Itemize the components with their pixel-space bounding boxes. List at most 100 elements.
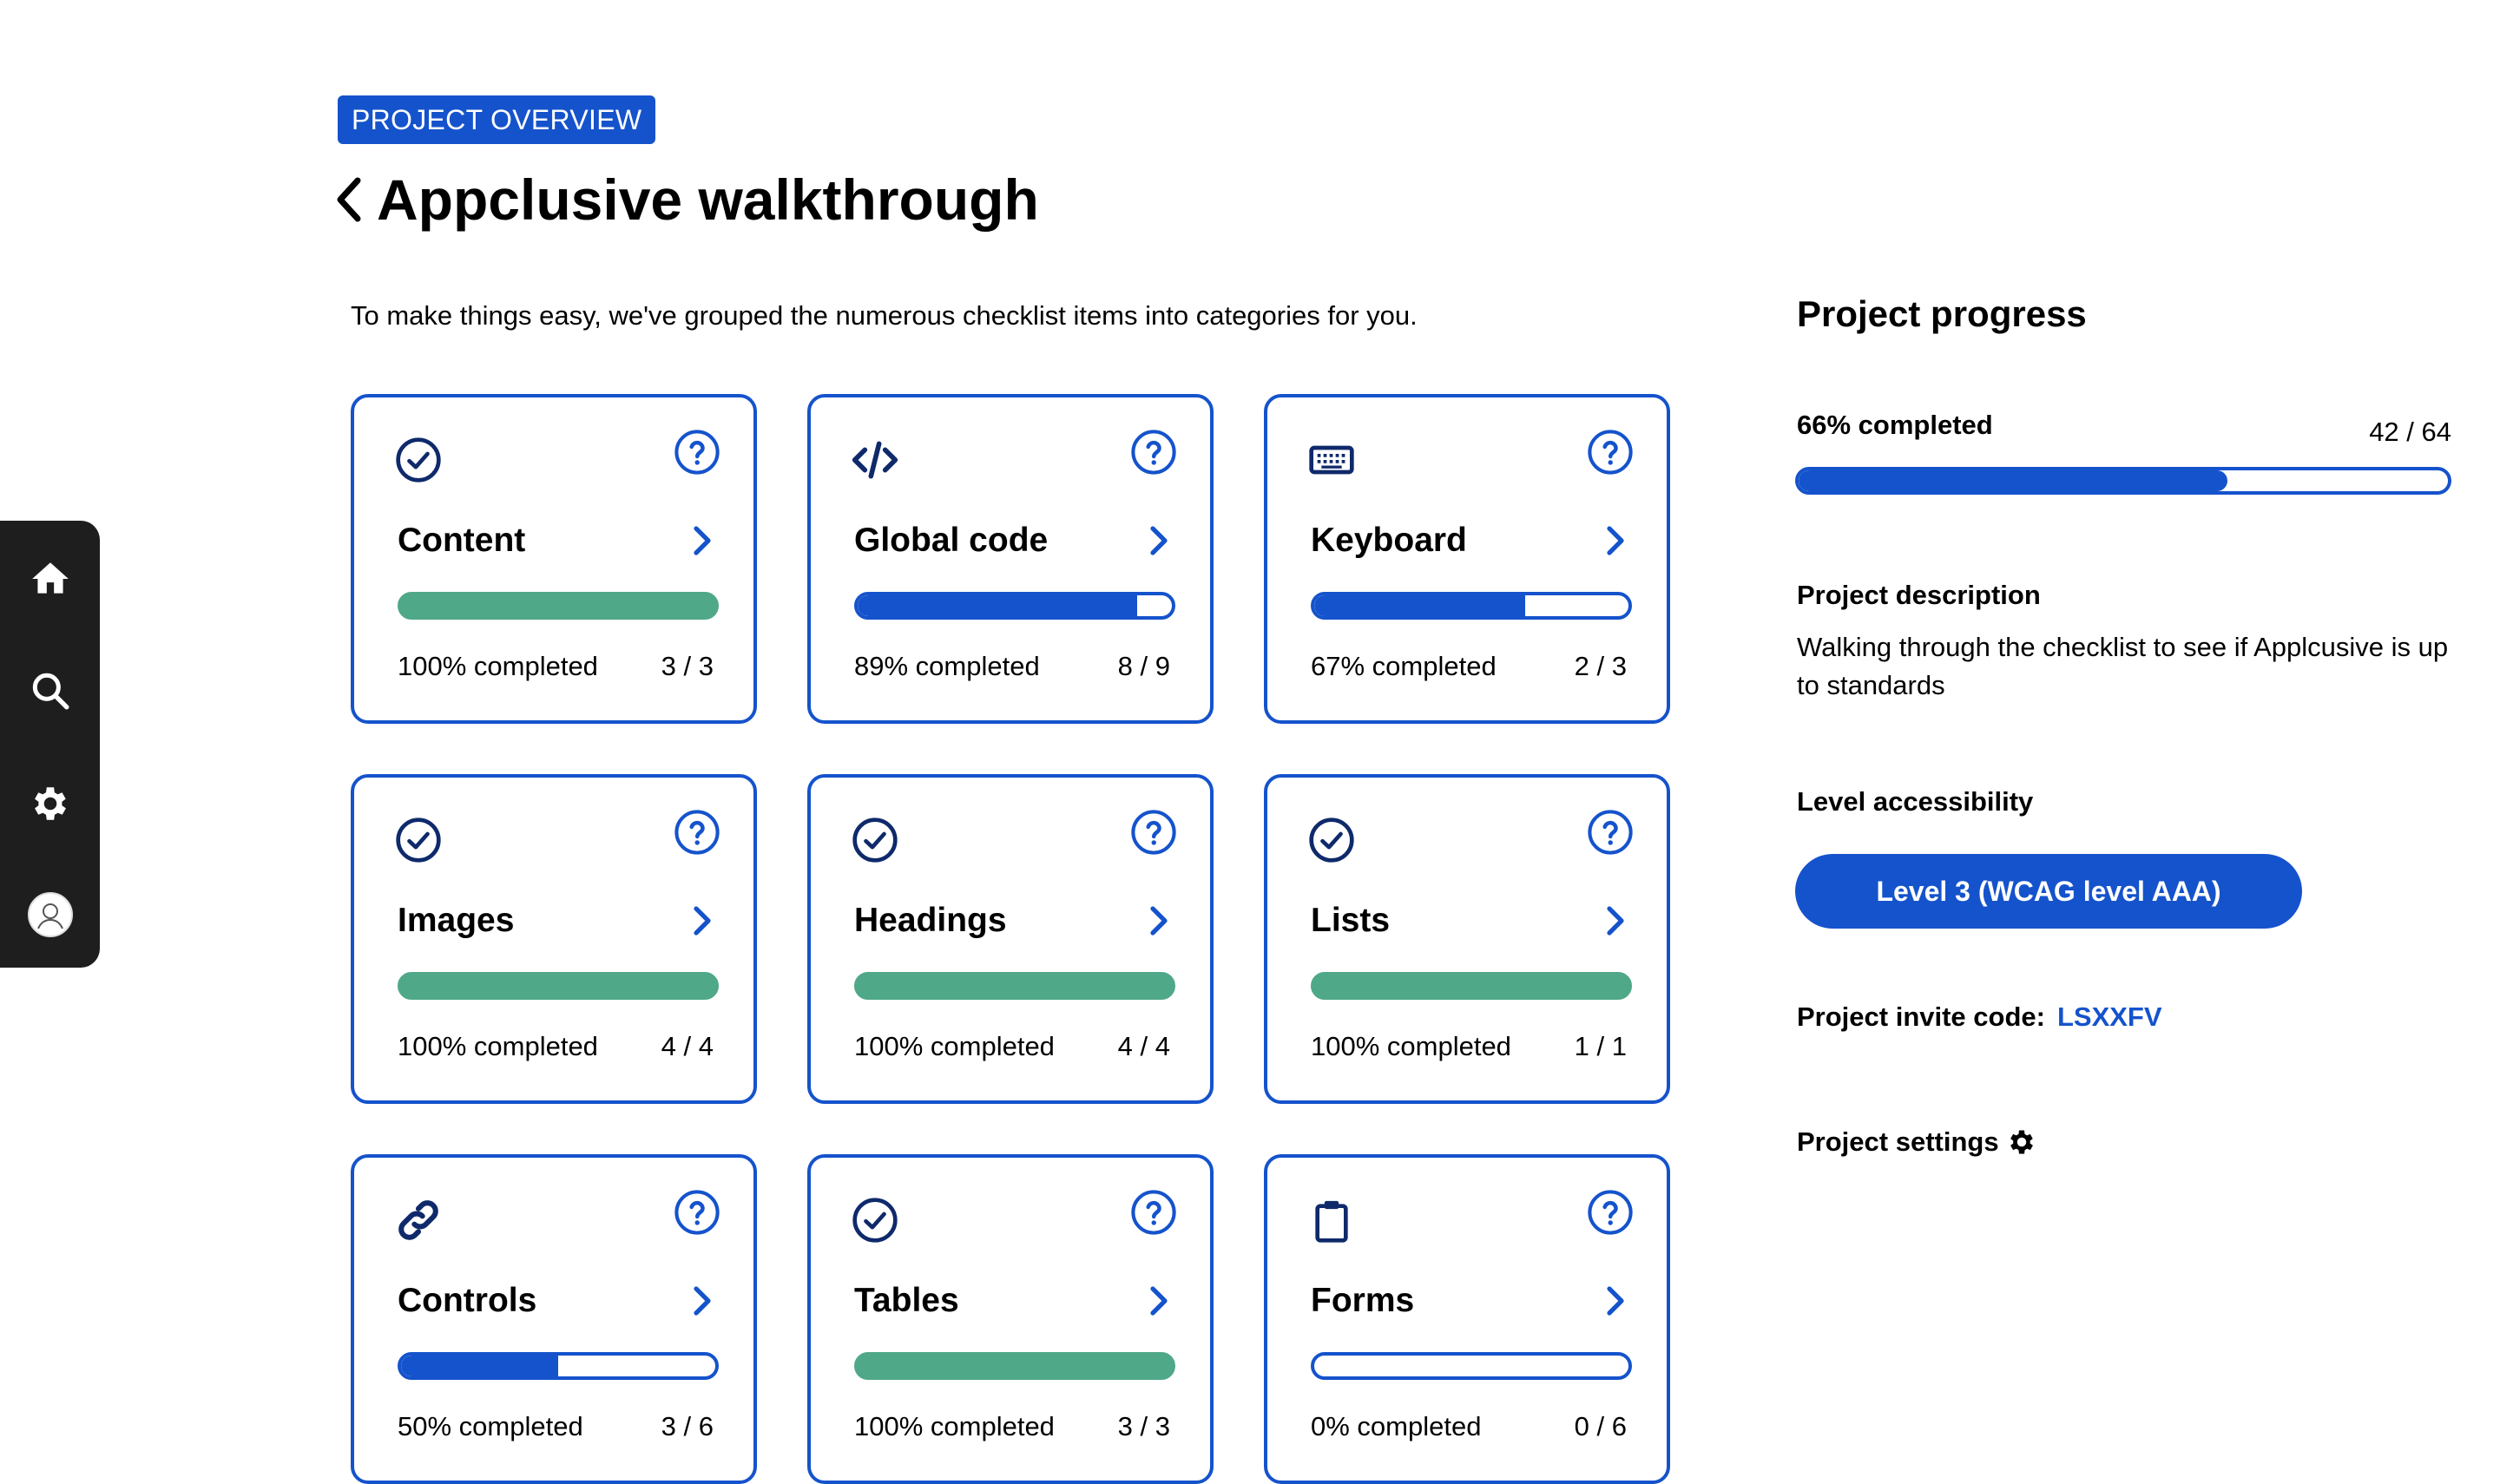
chevron-right-icon[interactable] xyxy=(1604,523,1627,558)
help-icon[interactable] xyxy=(674,1189,720,1236)
category-progress-bar xyxy=(1311,1352,1632,1380)
category-progress-label: 100% completed xyxy=(398,1031,598,1061)
category-progress-count: 2 / 3 xyxy=(1574,651,1627,681)
chevron-right-icon[interactable] xyxy=(1604,903,1627,938)
category-card-tables[interactable]: Tables 100% completed 3 / 3 xyxy=(807,1154,1214,1484)
category-progress-bar xyxy=(398,1352,719,1380)
category-progress-fill xyxy=(858,975,1172,996)
category-progress-fill xyxy=(858,595,1138,616)
category-progress-bar xyxy=(854,592,1175,620)
nav-profile[interactable] xyxy=(0,880,100,949)
category-card-controls[interactable]: Controls 50% completed 3 / 6 xyxy=(351,1154,757,1484)
keyboard-icon xyxy=(1307,436,1356,484)
category-progress-fill xyxy=(1314,595,1525,616)
category-card-forms[interactable]: Forms 0% completed 0 / 6 xyxy=(1264,1154,1670,1484)
category-title: Headings xyxy=(854,902,1007,939)
category-progress-count: 0 / 6 xyxy=(1574,1411,1627,1441)
chevron-right-icon[interactable] xyxy=(1148,1284,1170,1318)
help-icon[interactable] xyxy=(1587,1189,1634,1236)
intro-text: To make things easy, we've grouped the n… xyxy=(351,300,1418,331)
help-icon[interactable] xyxy=(1130,429,1177,476)
category-progress-count: 3 / 3 xyxy=(1117,1411,1170,1441)
category-title: Images xyxy=(398,902,515,939)
category-progress-fill xyxy=(401,975,715,996)
clipboard-icon xyxy=(1307,1196,1356,1244)
category-progress-label: 50% completed xyxy=(398,1411,583,1441)
chevron-left-icon xyxy=(337,177,361,222)
check-circle-icon xyxy=(851,1196,899,1244)
category-title: Lists xyxy=(1311,902,1391,939)
category-card-headings[interactable]: Headings 100% completed 4 / 4 xyxy=(807,774,1214,1104)
category-progress-label: 100% completed xyxy=(854,1411,1055,1441)
category-progress-bar xyxy=(1311,592,1632,620)
category-progress-fill xyxy=(401,595,715,616)
chevron-right-icon[interactable] xyxy=(1604,1284,1627,1318)
chevron-right-icon[interactable] xyxy=(691,523,714,558)
invite-code-row: Project invite code: LSXXFV xyxy=(1797,1000,2162,1034)
project-progress-label: 66% completed xyxy=(1797,410,1993,440)
category-card-global-code[interactable]: Global code 89% completed 8 / 9 xyxy=(807,394,1214,724)
level-button[interactable]: Level 3 (WCAG level AAA) xyxy=(1795,854,2302,929)
code-icon xyxy=(851,436,899,484)
help-icon[interactable] xyxy=(1587,809,1634,856)
category-progress-bar xyxy=(854,972,1175,1000)
nav-home[interactable] xyxy=(0,544,100,614)
invite-code-label: Project invite code: xyxy=(1797,1001,2045,1032)
category-progress-bar xyxy=(1311,972,1632,1000)
category-progress-count: 1 / 1 xyxy=(1574,1031,1627,1061)
page-title: Appclusive walkthrough xyxy=(377,167,1039,232)
gear-icon xyxy=(34,787,66,820)
category-card-content[interactable]: Content 100% completed 3 / 3 xyxy=(351,394,757,724)
category-progress-bar xyxy=(398,972,719,1000)
category-card-keyboard[interactable]: Keyboard 67% completed 2 / 3 xyxy=(1264,394,1670,724)
category-progress-fill xyxy=(858,1356,1172,1376)
category-card-lists[interactable]: Lists 100% completed 1 / 1 xyxy=(1264,774,1670,1104)
check-circle-icon xyxy=(1307,816,1356,864)
category-title: Forms xyxy=(1311,1282,1415,1319)
level-label: Level accessibility xyxy=(1797,786,2034,817)
chevron-right-icon[interactable] xyxy=(1148,903,1170,938)
project-settings-label: Project settings xyxy=(1797,1126,1999,1157)
project-progress-fill xyxy=(1799,470,2227,491)
category-progress-label: 100% completed xyxy=(1311,1031,1511,1061)
check-circle-icon xyxy=(851,816,899,864)
back-button[interactable] xyxy=(332,174,366,226)
project-progress-bar xyxy=(1795,467,2451,495)
chevron-right-icon[interactable] xyxy=(691,903,714,938)
category-progress-fill xyxy=(1314,975,1628,996)
category-title: Global code xyxy=(854,522,1049,559)
help-icon[interactable] xyxy=(1130,809,1177,856)
category-progress-count: 4 / 4 xyxy=(661,1031,714,1061)
category-card-images[interactable]: Images 100% completed 4 / 4 xyxy=(351,774,757,1104)
side-navigation xyxy=(0,521,100,968)
search-icon xyxy=(32,673,69,710)
chevron-right-icon[interactable] xyxy=(1148,523,1170,558)
project-description: Walking through the checklist to see if … xyxy=(1797,632,2449,700)
project-settings-link[interactable]: Project settings xyxy=(1797,1125,2037,1159)
invite-code[interactable]: LSXXFV xyxy=(2057,1001,2162,1032)
category-progress-label: 89% completed xyxy=(854,651,1040,681)
category-title: Content xyxy=(398,522,526,559)
chevron-right-icon[interactable] xyxy=(691,1284,714,1318)
category-progress-count: 8 / 9 xyxy=(1117,651,1170,681)
section-badge: PROJECT OVERVIEW xyxy=(338,95,656,144)
category-title: Controls xyxy=(398,1282,537,1319)
check-circle-icon xyxy=(394,816,443,864)
help-icon[interactable] xyxy=(674,809,720,856)
category-progress-label: 100% completed xyxy=(854,1031,1055,1061)
nav-settings[interactable] xyxy=(0,769,100,838)
category-progress-label: 100% completed xyxy=(398,651,598,681)
help-icon[interactable] xyxy=(1587,429,1634,476)
nav-search[interactable] xyxy=(0,656,100,726)
help-icon[interactable] xyxy=(1130,1189,1177,1236)
gear-icon xyxy=(2010,1130,2033,1154)
category-title: Keyboard xyxy=(1311,522,1467,559)
help-icon[interactable] xyxy=(674,429,720,476)
category-progress-count: 3 / 6 xyxy=(661,1411,714,1441)
progress-panel-title: Project progress xyxy=(1797,293,2087,334)
project-progress-count: 42 / 64 xyxy=(2369,417,2451,447)
check-circle-icon xyxy=(394,436,443,484)
category-title: Tables xyxy=(854,1282,959,1319)
user-avatar-icon xyxy=(29,894,71,936)
category-progress-bar xyxy=(854,1352,1175,1380)
